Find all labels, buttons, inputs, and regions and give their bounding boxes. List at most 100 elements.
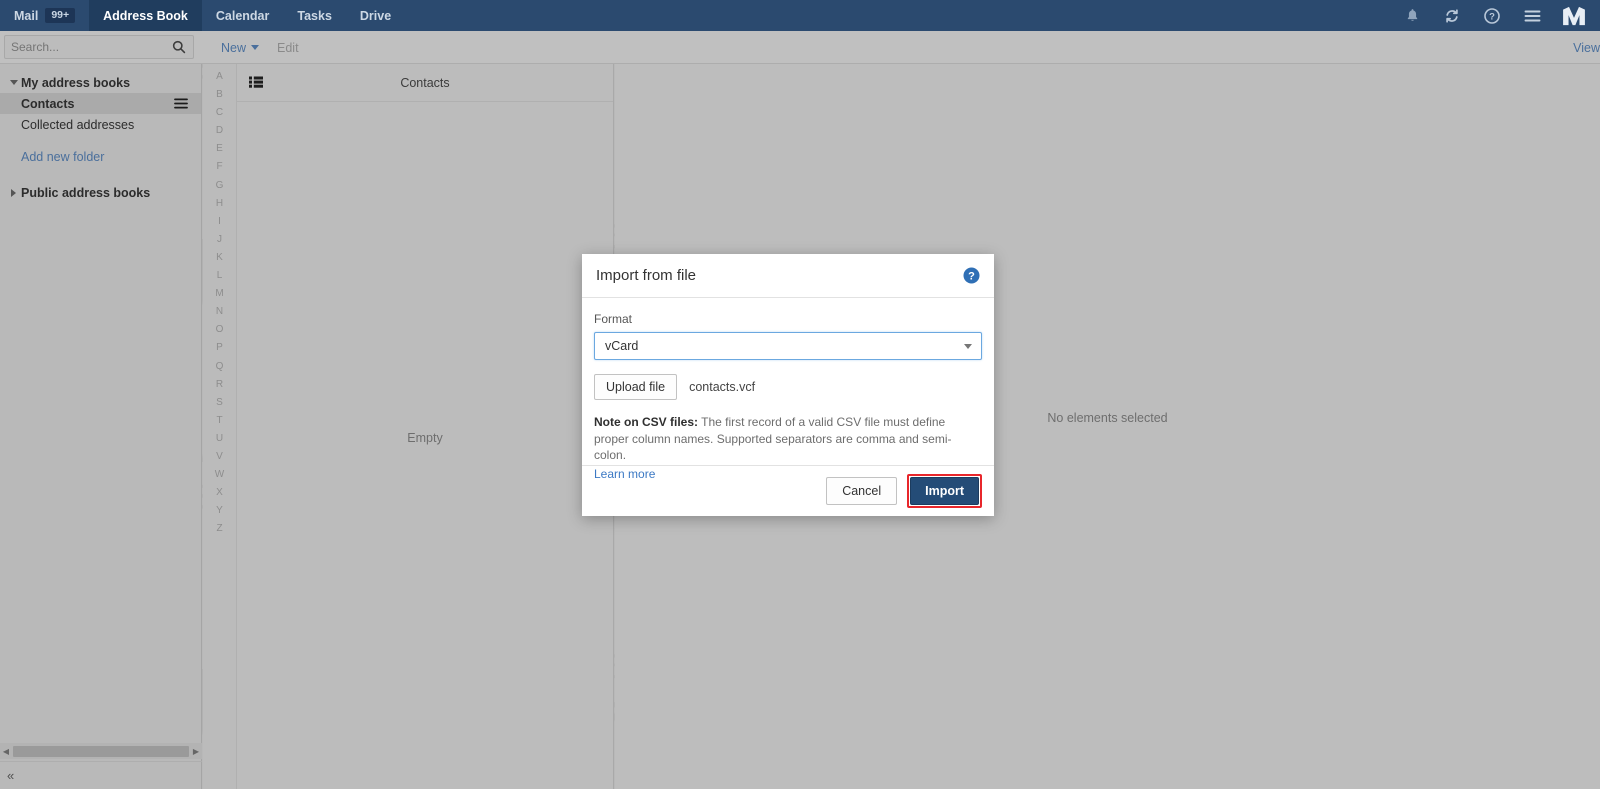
alphabet-index-letter[interactable]: F	[216, 158, 222, 176]
mail-unread-badge: 99+	[45, 8, 76, 23]
uploaded-file-name: contacts.vcf	[689, 380, 756, 394]
nav-tab-drive[interactable]: Drive	[346, 0, 405, 31]
sidebar-item-label: Collected addresses	[21, 117, 135, 132]
alphabet-index-letter[interactable]: M	[215, 285, 223, 303]
contacts-list-header: Contacts	[237, 64, 613, 102]
import-from-file-dialog: Import from file ? Format vCard Upload f…	[582, 254, 994, 516]
alphabet-index-letter[interactable]: A	[216, 68, 223, 86]
new-button-label: New	[221, 40, 247, 55]
sidebar-collapse-button[interactable]: «	[0, 761, 202, 789]
alphabet-index-letter[interactable]: K	[216, 249, 223, 267]
sidebar-group-my-address-books[interactable]: My address books	[0, 72, 201, 93]
alphabet-index-letter[interactable]: T	[216, 412, 222, 430]
alphabet-index-letter[interactable]: D	[216, 122, 223, 140]
sidebar-item-label: Contacts	[21, 96, 75, 111]
alphabet-index-letter[interactable]: S	[216, 394, 223, 412]
nav-tab-address-book[interactable]: Address Book	[89, 0, 202, 31]
edit-button[interactable]: Edit	[268, 31, 308, 64]
alphabet-index-letter[interactable]: Q	[216, 358, 224, 376]
import-button[interactable]: Import	[910, 477, 979, 505]
alphabet-index-letter[interactable]: P	[216, 339, 223, 357]
csv-note-heading: Note on CSV files:	[594, 415, 699, 429]
collapse-icon: «	[7, 768, 15, 783]
chevron-down-icon[interactable]	[6, 80, 21, 85]
contacts-list-title: Contacts	[400, 75, 450, 90]
svg-text:?: ?	[968, 270, 975, 282]
nav-tab-calendar[interactable]: Calendar	[202, 0, 284, 31]
alphabet-index-letter[interactable]: H	[216, 195, 223, 213]
secondary-toolbar: New Edit View	[0, 31, 1600, 64]
refresh-icon[interactable]	[1432, 0, 1472, 31]
import-button-highlight: Import	[907, 474, 982, 508]
alphabet-index-letter[interactable]: B	[216, 86, 223, 104]
edit-button-label: Edit	[277, 40, 299, 55]
alphabet-index-letter[interactable]: X	[216, 484, 223, 502]
alphabet-index-letter[interactable]: Z	[216, 520, 222, 538]
alphabet-index-letter[interactable]: O	[216, 321, 224, 339]
format-field-label: Format	[594, 312, 633, 326]
alphabet-index-letter[interactable]: U	[216, 430, 223, 448]
sidebar-group-label: My address books	[21, 75, 131, 90]
scrollbar-thumb[interactable]	[13, 745, 189, 757]
new-button[interactable]: New	[212, 31, 268, 64]
alphabet-index-letter[interactable]: Y	[216, 502, 223, 520]
format-select-value: vCard	[605, 339, 639, 353]
upload-file-button[interactable]: Upload file	[594, 374, 678, 400]
contacts-list-panel: Contacts Empty	[237, 64, 614, 789]
alphabet-index-letter[interactable]: N	[216, 303, 223, 321]
nav-tab-mail[interactable]: Mail 99+	[0, 0, 89, 31]
alphabet-index-letter[interactable]: G	[216, 177, 224, 195]
hamburger-menu-icon[interactable]	[1512, 0, 1552, 31]
nav-tab-label: Mail	[14, 8, 39, 23]
sidebar-group-label: Public address books	[21, 185, 151, 200]
view-button-label: View	[1573, 40, 1600, 55]
bell-icon[interactable]	[1392, 0, 1432, 31]
alphabet-index-letter[interactable]: L	[217, 267, 223, 285]
sidebar-item-contacts[interactable]: Contacts	[0, 93, 201, 114]
chevron-right-icon[interactable]	[6, 188, 21, 197]
search-icon[interactable]	[172, 40, 193, 54]
dialog-header: Import from file ?	[582, 254, 994, 298]
alphabet-index-letter[interactable]: E	[216, 140, 223, 158]
topbar-icon-group: ?	[1392, 0, 1600, 31]
alphabet-index-letter[interactable]: C	[216, 104, 223, 122]
dialog-body: Format vCard Upload file contacts.vcf No…	[582, 298, 994, 482]
nav-tab-label: Address Book	[103, 8, 188, 23]
view-button[interactable]: View	[1573, 31, 1600, 64]
help-icon[interactable]: ?	[1472, 0, 1512, 31]
alphabet-index-letter[interactable]: V	[216, 448, 223, 466]
contacts-list-empty-message: Empty	[407, 431, 443, 445]
format-select[interactable]: vCard	[594, 332, 982, 360]
folder-actions-icon[interactable]	[173, 96, 188, 111]
help-icon[interactable]: ?	[963, 267, 980, 284]
add-new-folder-link[interactable]: Add new folder	[0, 146, 201, 168]
search-input[interactable]	[5, 40, 172, 54]
nav-tab-label: Calendar	[215, 8, 270, 23]
scroll-left-arrow-icon[interactable]: ◀	[0, 743, 12, 759]
dialog-footer: Cancel Import	[582, 465, 994, 516]
dialog-title: Import from file	[596, 267, 697, 284]
sidebar-item-collected-addresses[interactable]: Collected addresses	[0, 114, 201, 135]
brand-logo-icon	[1552, 0, 1596, 31]
sidebar: My address books Contacts Collected addr…	[0, 64, 202, 789]
nav-tab-tasks[interactable]: Tasks	[283, 0, 346, 31]
nav-tab-label: Tasks	[297, 8, 332, 23]
alphabet-index-letter[interactable]: I	[218, 213, 221, 231]
sidebar-horizontal-scrollbar[interactable]: ◀ ▶	[0, 743, 202, 759]
scroll-right-arrow-icon[interactable]: ▶	[190, 743, 202, 759]
nav-tab-label: Drive	[359, 8, 392, 23]
alphabet-index-letter[interactable]: R	[216, 376, 223, 394]
alphabet-index-letter[interactable]: J	[217, 231, 222, 249]
chevron-down-icon	[964, 344, 972, 349]
cancel-button[interactable]: Cancel	[826, 477, 898, 505]
top-navigation-bar: Mail 99+ Address Book Calendar Tasks Dri…	[0, 0, 1600, 31]
chevron-down-icon	[251, 45, 260, 50]
sidebar-group-public-address-books[interactable]: Public address books	[0, 182, 201, 203]
list-options-icon[interactable]	[249, 75, 263, 93]
add-new-folder-label: Add new folder	[21, 150, 105, 164]
svg-text:?: ?	[1489, 11, 1495, 22]
search-box[interactable]	[4, 35, 194, 59]
alphabet-index-letter[interactable]: W	[215, 466, 224, 484]
upload-row: Upload file contacts.vcf	[594, 374, 982, 400]
